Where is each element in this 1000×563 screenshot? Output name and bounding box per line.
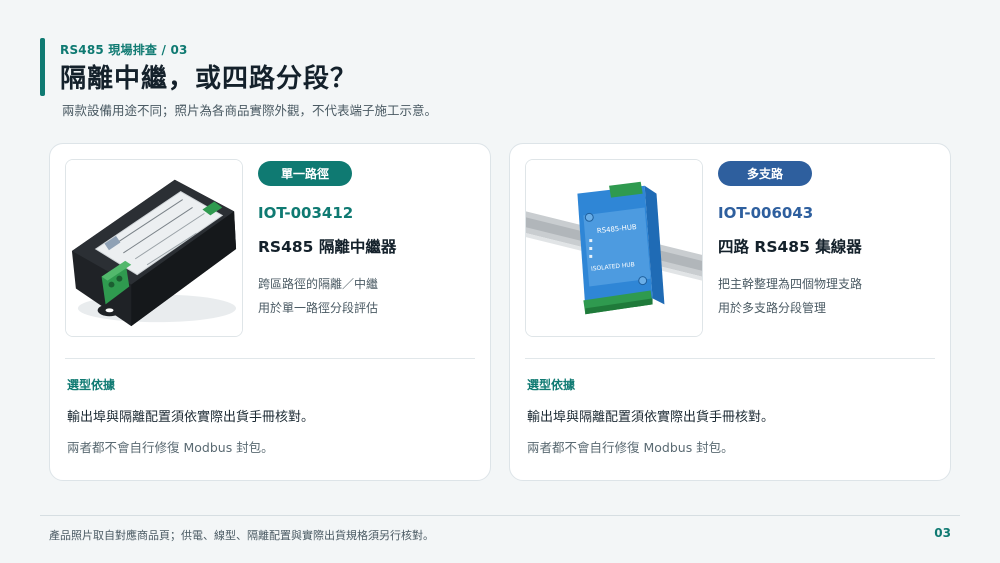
footer-divider (40, 515, 960, 516)
section-eyebrow: RS485 現場排查 / 03 (60, 43, 188, 57)
category-badge: 多支路 (718, 161, 812, 186)
header-accent-bar (40, 38, 45, 96)
selection-basis-caveat: 兩者都不會自行修復 Modbus 封包。 (67, 440, 274, 455)
page-subtitle: 兩款設備用途不同；照片為各商品實際外觀，不代表端子施工示意。 (62, 103, 438, 118)
repeater-image (66, 160, 242, 336)
product-code: IOT-006043 (718, 204, 814, 222)
product-card-isolated-repeater: 單一路徑 IOT-003412 RS485 隔離中繼器 跨區路徑的隔離／中繼 用… (49, 143, 491, 481)
selection-basis-label: 選型依據 (527, 378, 576, 392)
category-badge: 單一路徑 (258, 161, 352, 186)
product-description-line: 用於單一路徑分段評估 (258, 301, 379, 315)
product-name: RS485 隔離中繼器 (258, 238, 397, 256)
product-photo-four-port-hub: RS485-HUB ISOLATED HUB (525, 159, 703, 337)
page-number: 03 (934, 526, 951, 540)
product-code: IOT-003412 (258, 204, 354, 222)
selection-basis-label: 選型依據 (67, 378, 116, 392)
selection-basis-note: 輸出埠與隔離配置須依實際出貨手冊核對。 (527, 410, 775, 425)
card-divider (65, 358, 475, 359)
product-description-line: 跨區路徑的隔離／中繼 (258, 277, 379, 291)
selection-basis-caveat: 兩者都不會自行修復 Modbus 封包。 (527, 440, 734, 455)
card-divider (525, 358, 935, 359)
product-card-four-port-hub: RS485-HUB ISOLATED HUB 多支路 IOT-006043 四路… (509, 143, 951, 481)
product-description-line: 用於多支路分段管理 (718, 301, 827, 315)
page-title: 隔離中繼，或四路分段？ (60, 64, 358, 94)
footer-note: 產品照片取自對應商品頁；供電、線型、隔離配置與實際出貨規格須另行核對。 (49, 529, 434, 542)
product-description-line: 把主幹整理為四個物理支路 (718, 277, 863, 291)
product-photo-isolated-repeater (65, 159, 243, 337)
hub-image: RS485-HUB ISOLATED HUB (526, 160, 702, 336)
selection-basis-note: 輸出埠與隔離配置須依實際出貨手冊核對。 (67, 410, 315, 425)
product-name: 四路 RS485 集線器 (718, 238, 862, 256)
